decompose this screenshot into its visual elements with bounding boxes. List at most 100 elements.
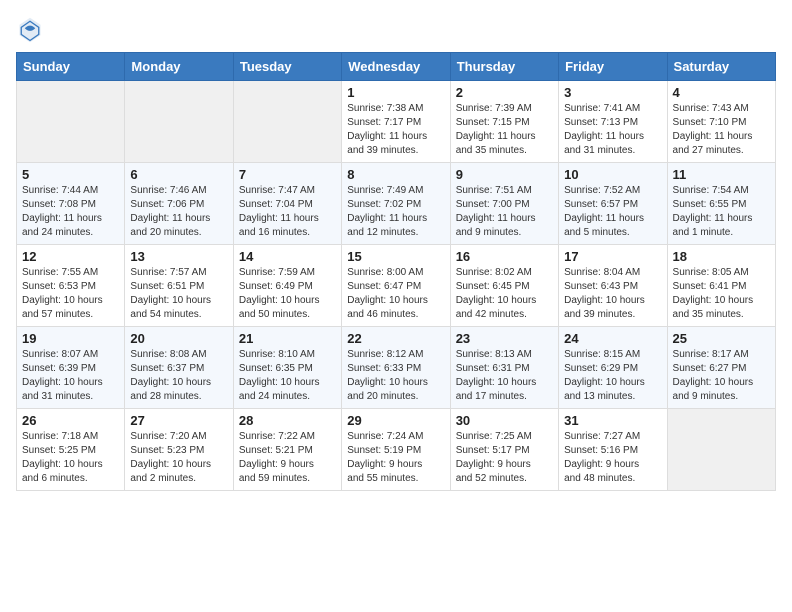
day-info: Sunrise: 7:24 AM Sunset: 5:19 PM Dayligh…	[347, 430, 444, 486]
calendar-cell: 11Sunrise: 7:54 AM Sunset: 6:55 PM Dayli…	[667, 163, 775, 245]
calendar-cell: 20Sunrise: 8:08 AM Sunset: 6:37 PM Dayli…	[125, 327, 233, 409]
day-info: Sunrise: 7:49 AM Sunset: 7:02 PM Dayligh…	[347, 184, 444, 240]
day-info: Sunrise: 7:43 AM Sunset: 7:10 PM Dayligh…	[673, 102, 770, 158]
day-info: Sunrise: 8:00 AM Sunset: 6:47 PM Dayligh…	[347, 266, 444, 322]
day-info: Sunrise: 7:46 AM Sunset: 7:06 PM Dayligh…	[130, 184, 227, 240]
day-number: 21	[239, 331, 336, 346]
page-header	[16, 16, 776, 44]
weekday-header-friday: Friday	[559, 53, 667, 81]
calendar-cell: 30 Sunrise: 7:25 AM Sunset: 5:17 PM Dayli…	[450, 409, 558, 491]
day-info: Sunrise: 7:27 AM Sunset: 5:16 PM Dayligh…	[564, 430, 661, 486]
day-number: 7	[239, 167, 336, 182]
calendar-cell: 4 Sunrise: 7:43 AM Sunset: 7:10 PM Daylig…	[667, 81, 775, 163]
day-number: 10	[564, 167, 661, 182]
day-number: 25	[673, 331, 770, 346]
calendar-cell: 1 Sunrise: 7:38 AM Sunset: 7:17 PM Daylig…	[342, 81, 450, 163]
logo	[16, 16, 48, 44]
day-info: Sunrise: 8:02 AM Sunset: 6:45 PM Dayligh…	[456, 266, 553, 322]
day-info: Sunrise: 8:15 AM Sunset: 6:29 PM Dayligh…	[564, 348, 661, 404]
day-info: Sunrise: 8:05 AM Sunset: 6:41 PM Dayligh…	[673, 266, 770, 322]
day-number: 12	[22, 249, 119, 264]
calendar-cell: 26 Sunrise: 7:18 AM Sunset: 5:25 PM Dayli…	[17, 409, 125, 491]
calendar-cell: 24 Sunrise: 8:15 AM Sunset: 6:29 PM Dayli…	[559, 327, 667, 409]
day-info: Sunrise: 8:12 AM Sunset: 6:33 PM Dayligh…	[347, 348, 444, 404]
day-info: Sunrise: 7:54 AM Sunset: 6:55 PM Dayligh…	[673, 184, 770, 240]
logo-icon	[16, 16, 44, 44]
day-info: Sunrise: 7:41 AM Sunset: 7:13 PM Dayligh…	[564, 102, 661, 158]
day-number: 30	[456, 413, 553, 428]
day-info: Sunrise: 8:04 AM Sunset: 6:43 PM Dayligh…	[564, 266, 661, 322]
day-info: Sunrise: 8:07 AM Sunset: 6:39 PM Dayligh…	[22, 348, 119, 404]
day-info: Sunrise: 7:20 AM Sunset: 5:23 PM Dayligh…	[130, 430, 227, 486]
day-number: 17	[564, 249, 661, 264]
calendar-cell: 15 Sunrise: 8:00 AM Sunset: 6:47 PM Dayli…	[342, 245, 450, 327]
calendar-cell: 9 Sunrise: 7:51 AM Sunset: 7:00 PM Daylig…	[450, 163, 558, 245]
day-number: 4	[673, 85, 770, 100]
weekday-header-row: SundayMondayTuesdayWednesdayThursdayFrid…	[17, 53, 776, 81]
weekday-header-thursday: Thursday	[450, 53, 558, 81]
day-number: 23	[456, 331, 553, 346]
day-info: Sunrise: 7:25 AM Sunset: 5:17 PM Dayligh…	[456, 430, 553, 486]
day-number: 31	[564, 413, 661, 428]
calendar-cell: 14Sunrise: 7:59 AM Sunset: 6:49 PM Dayli…	[233, 245, 341, 327]
day-number: 20	[130, 331, 227, 346]
calendar-week-3: 12 Sunrise: 7:55 AM Sunset: 6:53 PM Dayli…	[17, 245, 776, 327]
calendar-cell: 27 Sunrise: 7:20 AM Sunset: 5:23 PM Dayli…	[125, 409, 233, 491]
weekday-header-sunday: Sunday	[17, 53, 125, 81]
calendar-cell: 8 Sunrise: 7:49 AM Sunset: 7:02 PM Daylig…	[342, 163, 450, 245]
calendar-cell: 23 Sunrise: 8:13 AM Sunset: 6:31 PM Dayli…	[450, 327, 558, 409]
calendar-cell: 6Sunrise: 7:46 AM Sunset: 7:06 PM Daylig…	[125, 163, 233, 245]
calendar-cell	[125, 81, 233, 163]
day-number: 9	[456, 167, 553, 182]
day-number: 28	[239, 413, 336, 428]
day-info: Sunrise: 8:13 AM Sunset: 6:31 PM Dayligh…	[456, 348, 553, 404]
calendar-cell: 28 Sunrise: 7:22 AM Sunset: 5:21 PM Dayli…	[233, 409, 341, 491]
day-number: 16	[456, 249, 553, 264]
day-info: Sunrise: 7:22 AM Sunset: 5:21 PM Dayligh…	[239, 430, 336, 486]
day-number: 8	[347, 167, 444, 182]
calendar-week-2: 5 Sunrise: 7:44 AM Sunset: 7:08 PM Daylig…	[17, 163, 776, 245]
day-number: 22	[347, 331, 444, 346]
calendar-cell: 2 Sunrise: 7:39 AM Sunset: 7:15 PM Daylig…	[450, 81, 558, 163]
calendar-cell: 19 Sunrise: 8:07 AM Sunset: 6:39 PM Dayli…	[17, 327, 125, 409]
day-info: Sunrise: 7:44 AM Sunset: 7:08 PM Dayligh…	[22, 184, 119, 240]
day-number: 18	[673, 249, 770, 264]
day-number: 15	[347, 249, 444, 264]
day-info: Sunrise: 7:57 AM Sunset: 6:51 PM Dayligh…	[130, 266, 227, 322]
calendar-cell: 7Sunrise: 7:47 AM Sunset: 7:04 PM Daylig…	[233, 163, 341, 245]
day-info: Sunrise: 8:10 AM Sunset: 6:35 PM Dayligh…	[239, 348, 336, 404]
day-number: 2	[456, 85, 553, 100]
day-info: Sunrise: 7:39 AM Sunset: 7:15 PM Dayligh…	[456, 102, 553, 158]
day-info: Sunrise: 7:51 AM Sunset: 7:00 PM Dayligh…	[456, 184, 553, 240]
calendar-cell: 17 Sunrise: 8:04 AM Sunset: 6:43 PM Dayli…	[559, 245, 667, 327]
calendar-cell: 21 Sunrise: 8:10 AM Sunset: 6:35 PM Dayli…	[233, 327, 341, 409]
day-number: 24	[564, 331, 661, 346]
day-number: 3	[564, 85, 661, 100]
weekday-header-saturday: Saturday	[667, 53, 775, 81]
calendar-table: SundayMondayTuesdayWednesdayThursdayFrid…	[16, 52, 776, 491]
day-number: 5	[22, 167, 119, 182]
calendar-cell	[17, 81, 125, 163]
weekday-header-monday: Monday	[125, 53, 233, 81]
day-number: 14	[239, 249, 336, 264]
day-number: 13	[130, 249, 227, 264]
day-info: Sunrise: 7:52 AM Sunset: 6:57 PM Dayligh…	[564, 184, 661, 240]
day-number: 19	[22, 331, 119, 346]
day-number: 27	[130, 413, 227, 428]
calendar-cell	[667, 409, 775, 491]
day-number: 26	[22, 413, 119, 428]
calendar-week-5: 26 Sunrise: 7:18 AM Sunset: 5:25 PM Dayli…	[17, 409, 776, 491]
calendar-cell: 12 Sunrise: 7:55 AM Sunset: 6:53 PM Dayli…	[17, 245, 125, 327]
calendar-cell: 13 Sunrise: 7:57 AM Sunset: 6:51 PM Dayli…	[125, 245, 233, 327]
day-info: Sunrise: 7:38 AM Sunset: 7:17 PM Dayligh…	[347, 102, 444, 158]
day-info: Sunrise: 7:18 AM Sunset: 5:25 PM Dayligh…	[22, 430, 119, 486]
day-info: Sunrise: 8:17 AM Sunset: 6:27 PM Dayligh…	[673, 348, 770, 404]
weekday-header-wednesday: Wednesday	[342, 53, 450, 81]
day-info: Sunrise: 7:55 AM Sunset: 6:53 PM Dayligh…	[22, 266, 119, 322]
calendar-cell: 22 Sunrise: 8:12 AM Sunset: 6:33 PM Dayli…	[342, 327, 450, 409]
calendar-week-1: 1 Sunrise: 7:38 AM Sunset: 7:17 PM Daylig…	[17, 81, 776, 163]
calendar-cell: 16 Sunrise: 8:02 AM Sunset: 6:45 PM Dayli…	[450, 245, 558, 327]
day-number: 1	[347, 85, 444, 100]
calendar-cell: 29Sunrise: 7:24 AM Sunset: 5:19 PM Dayli…	[342, 409, 450, 491]
weekday-header-tuesday: Tuesday	[233, 53, 341, 81]
